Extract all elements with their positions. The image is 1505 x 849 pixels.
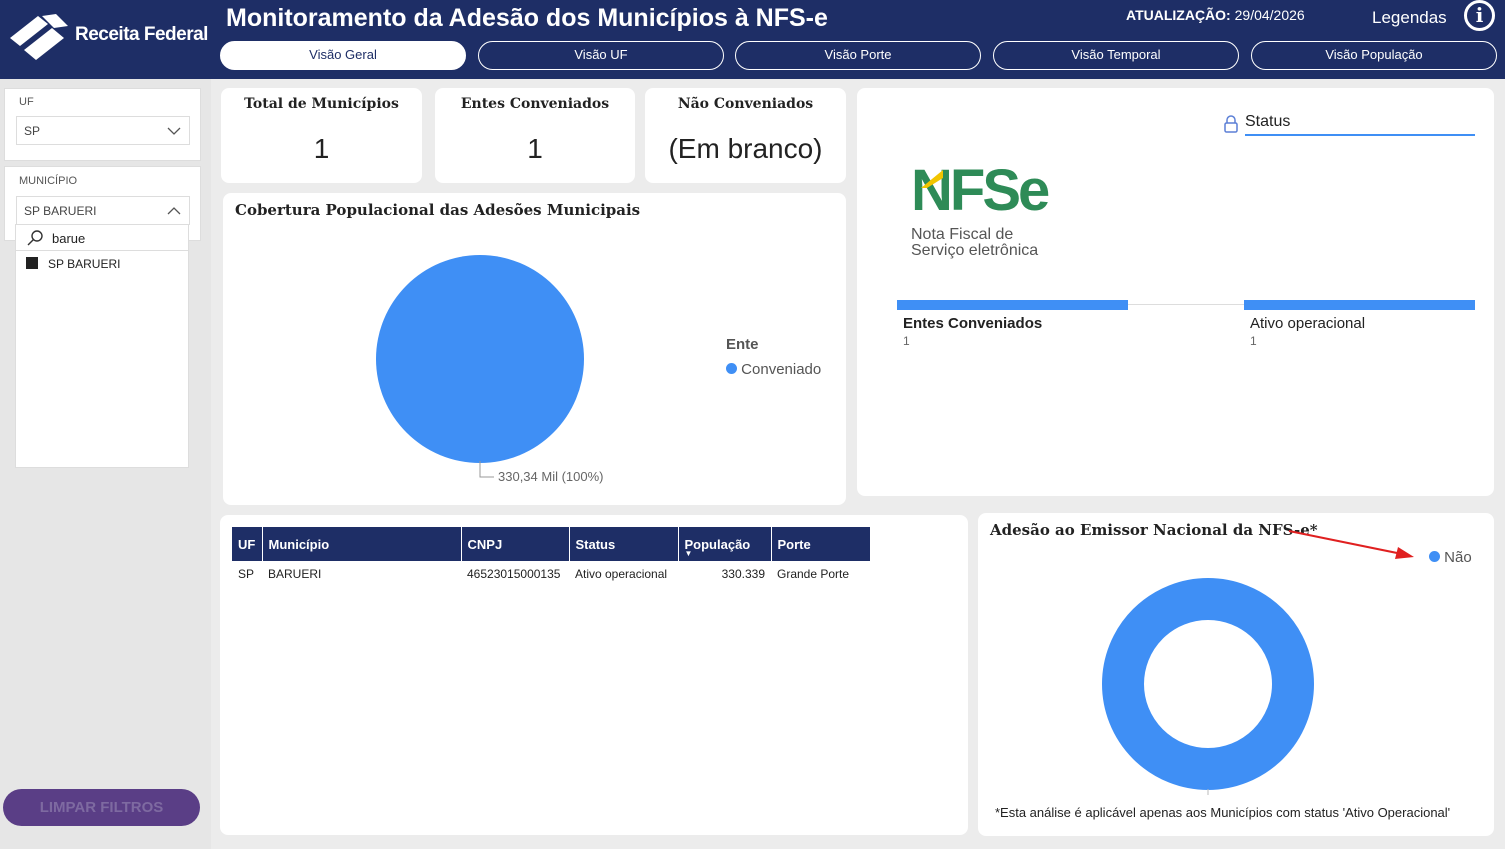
tab-visao-uf[interactable]: Visão UF (478, 41, 724, 70)
checkbox-checked-icon[interactable] (26, 257, 38, 269)
legendas-button[interactable]: Legendas (1372, 8, 1447, 28)
uf-filter-card: UF SP (4, 88, 201, 161)
pie-data-label: 330,34 Mil (100%) (498, 469, 604, 484)
tab-visao-populacao[interactable]: Visão População (1251, 41, 1497, 70)
funnel-bar-ativo[interactable] (1244, 300, 1475, 310)
info-icon[interactable]: i (1464, 0, 1495, 31)
municipio-filter-label: MUNICÍPIO (19, 175, 78, 187)
header: Receita Federal Monitoramento da Adesão … (0, 0, 1505, 79)
tab-visao-temporal[interactable]: Visão Temporal (993, 41, 1239, 70)
tab-visao-geral[interactable]: Visão Geral (220, 41, 466, 70)
table-header-row: UF Município CNPJ Status População ▼ Por… (232, 527, 870, 561)
kpi-entes-conveniados: Entes Conveniados 1 (435, 88, 635, 183)
uf-filter-label: UF (19, 96, 34, 108)
funnel-label: Entes Conveniados (903, 315, 1043, 332)
table-row[interactable]: SP BARUERI 46523015000135 Ativo operacio… (232, 561, 870, 587)
municipio-dropdown[interactable]: SP BARUERI (16, 196, 190, 225)
list-item[interactable]: SP BARUERI (26, 257, 186, 275)
column-header-uf[interactable]: UF (232, 527, 262, 561)
brand-name: Receita Federal (75, 24, 208, 45)
legend-item: Conveniado (726, 361, 821, 378)
status-label: Status (1245, 113, 1291, 130)
kpi-value: 1 (527, 133, 543, 164)
page-title: Monitoramento da Adesão dos Municípios à… (226, 4, 828, 32)
cell-porte: Grande Porte (777, 567, 850, 581)
column-header-municipio[interactable]: Município (261, 527, 461, 561)
chevron-down-icon (167, 117, 181, 156)
update-value: 29/04/2026 (1234, 7, 1305, 23)
kpi-total-municipios: Total de Municípios 1 (221, 88, 422, 183)
update-date: ATUALIZAÇÃO: 29/04/2026 (1126, 7, 1305, 23)
cell-populacao: 330.339 (721, 567, 765, 581)
municipio-dropdown-list: barue SP BARUERI (15, 224, 189, 468)
status-panel: Status NFSe Nota Fiscal de Serviço eletr… (857, 88, 1494, 496)
cell-municipio: BARUERI (268, 567, 322, 581)
legend-dot-icon (726, 363, 737, 374)
legend-item: Não (1429, 549, 1472, 566)
search-icon (27, 230, 43, 246)
pie-slice-conveniado[interactable] (376, 255, 584, 463)
cell-uf: SP (238, 567, 255, 581)
adesao-donut-chart[interactable] (978, 513, 1494, 836)
red-arrow-annotation (1288, 530, 1414, 559)
receita-federal-emblem-icon (10, 14, 68, 60)
uf-dropdown[interactable]: SP (16, 116, 190, 145)
funnel-bar-conveniados[interactable] (897, 300, 1128, 310)
cell-status: Ativo operacional (575, 567, 668, 581)
kpi-value: (Em branco) (668, 133, 823, 164)
municipio-search[interactable]: barue (16, 225, 188, 251)
column-header-porte[interactable]: Porte (770, 527, 870, 561)
funnel-connector (1128, 304, 1244, 305)
legend-label: Conveniado (741, 361, 822, 378)
funnel-label: Ativo operacional (1250, 315, 1366, 332)
column-header-populacao[interactable]: População ▼ (677, 527, 771, 561)
column-header-status[interactable]: Status (568, 527, 678, 561)
option-label: SP BARUERI (48, 257, 121, 271)
nfse-logo-line1: Nota Fiscal de (911, 226, 1014, 243)
status-underline (1245, 134, 1475, 136)
update-label: ATUALIZAÇÃO: (1126, 7, 1231, 23)
uf-dropdown-value: SP (24, 124, 41, 138)
legend-title: Ente (726, 336, 759, 353)
funnel-count: 1 (903, 334, 910, 348)
coverage-chart-card: Cobertura Populacional das Adesões Munic… (223, 193, 846, 505)
funnel-count: 1 (1250, 334, 1257, 348)
kpi-nao-conveniados: Não Conveniados (Em branco) (645, 88, 846, 183)
kpi-title: Total de Municípios (244, 96, 399, 112)
legend-label: Não (1444, 549, 1472, 566)
kpi-title: Não Conveniados (677, 96, 814, 112)
clear-filters-button[interactable]: LIMPAR FILTROS (3, 789, 200, 826)
cell-cnpj: 46523015000135 (467, 567, 561, 581)
municipios-table: UF Município CNPJ Status População ▼ Por… (232, 527, 870, 587)
column-header-cnpj[interactable]: CNPJ (460, 527, 569, 561)
municipio-search-input[interactable]: barue (52, 231, 85, 246)
column-header-label: População (684, 536, 751, 552)
lock-icon (1224, 115, 1238, 133)
footnote: *Esta análise é aplicável apenas aos Mun… (995, 805, 1451, 820)
sort-desc-icon: ▼ (684, 549, 693, 558)
nfse-logo-line2: Serviço eletrônica (911, 242, 1039, 259)
tab-visao-porte[interactable]: Visão Porte (735, 41, 981, 70)
municipios-table-card: UF Município CNPJ Status População ▼ Por… (220, 515, 968, 835)
municipio-dropdown-value: SP BARUERI (24, 204, 97, 218)
adesao-chart-card: Adesão ao Emissor Nacional da NFS-e* Não… (978, 513, 1494, 836)
kpi-title: Entes Conveniados (460, 96, 610, 112)
legend-dot-icon (1429, 551, 1440, 562)
nfse-logo-accent-icon (921, 170, 943, 188)
kpi-value: 1 (313, 133, 330, 164)
pie-slice-não[interactable] (1102, 578, 1314, 790)
